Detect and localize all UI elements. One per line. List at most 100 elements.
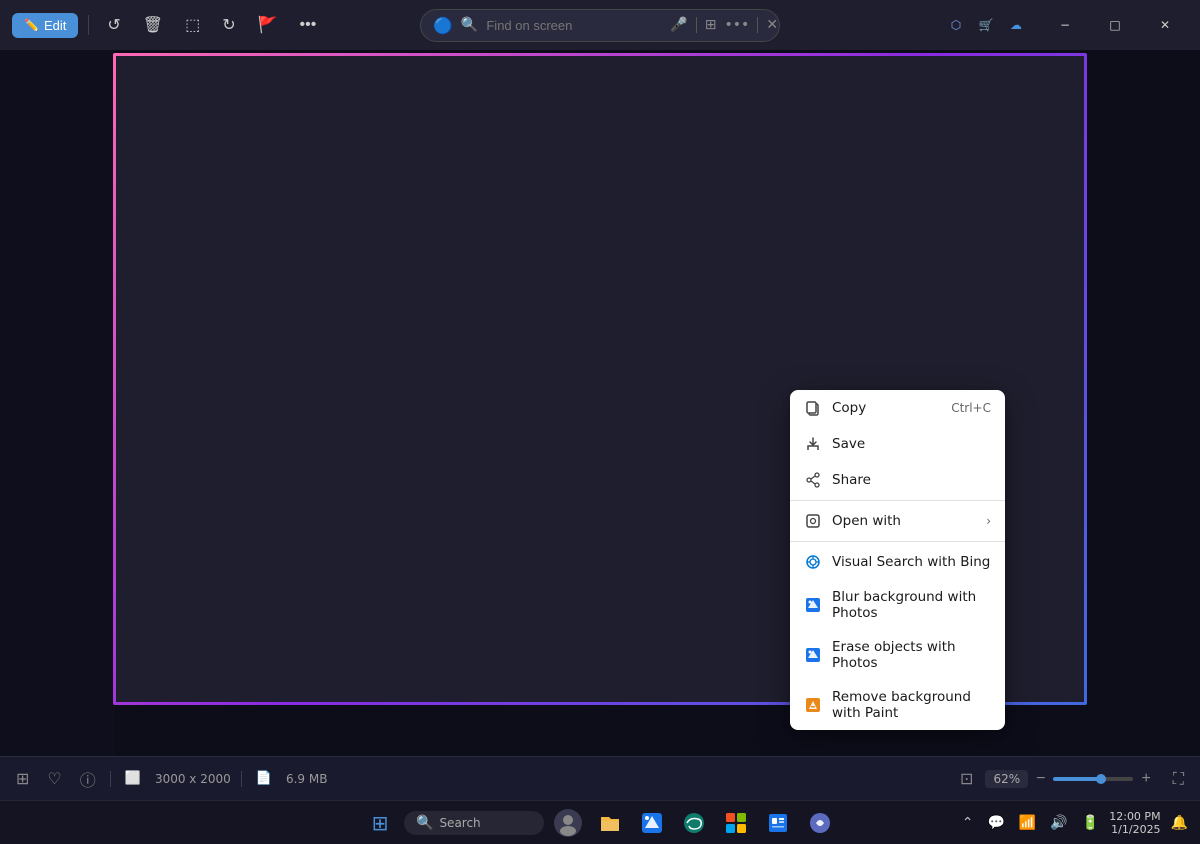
taskbar-chevron-up[interactable]: ⌃ bbox=[958, 813, 978, 833]
copy-shortcut: Ctrl+C bbox=[951, 401, 991, 415]
taskbar-store-icon[interactable] bbox=[718, 805, 754, 841]
taskbar-center: ⊞ 🔍 Search bbox=[362, 805, 838, 841]
copy-label: Copy bbox=[832, 400, 941, 416]
zoom-in-button[interactable]: + bbox=[1139, 768, 1152, 790]
status-divider-1 bbox=[110, 771, 111, 787]
save-label: Save bbox=[832, 436, 991, 452]
divider bbox=[88, 15, 89, 35]
file-size: 6.9 MB bbox=[286, 772, 327, 786]
main-image-area: Copy Ctrl+C Save bbox=[0, 50, 1200, 756]
left-sidebar bbox=[0, 50, 115, 756]
taskbar-volume-icon[interactable]: 🔊 bbox=[1046, 813, 1071, 833]
apps-icon[interactable]: ⊞ bbox=[696, 17, 717, 33]
flag-button[interactable]: 🚩 bbox=[250, 9, 286, 41]
search-magnifier-icon: 🔍 bbox=[461, 17, 478, 33]
open-with-arrow: › bbox=[986, 514, 991, 528]
widgets-icon[interactable]: ⬡ bbox=[942, 11, 970, 39]
onedrive-icon[interactable]: ☁ bbox=[1002, 11, 1030, 39]
flag-icon: 🚩 bbox=[258, 15, 278, 35]
taskbar-clock[interactable]: 12:00 PM 1/1/2025 bbox=[1109, 810, 1160, 836]
taskbar-notification-icon[interactable]: 🔔 bbox=[1167, 813, 1192, 833]
mic-icon[interactable]: 🎤 bbox=[670, 17, 687, 33]
context-menu-share[interactable]: Share bbox=[790, 462, 1005, 498]
zoom-value[interactable]: 62% bbox=[985, 770, 1028, 788]
trash-icon: 🗑 bbox=[143, 15, 163, 35]
taskbar-search-icon: 🔍 bbox=[416, 815, 433, 831]
taskbar: ⊞ 🔍 Search bbox=[0, 800, 1200, 844]
taskbar-chat-icon[interactable]: 💬 bbox=[983, 813, 1008, 833]
rotate-right-button[interactable]: ↻ bbox=[214, 9, 243, 41]
zoom-slider[interactable] bbox=[1053, 777, 1133, 781]
titlebar: ✏️ Edit ↺ 🗑 ⬚ ↻ 🚩 ••• 🔵 🔍 🎤 ⊞ • bbox=[0, 0, 1200, 50]
search-bar: 🔵 🔍 🎤 ⊞ ••• ✕ bbox=[420, 9, 780, 42]
erase-objects-label: Erase objects with Photos bbox=[832, 639, 991, 671]
open-with-label: Open with bbox=[832, 513, 976, 529]
edit-button[interactable]: ✏️ Edit bbox=[12, 13, 78, 38]
titlebar-right: ⬡ 🛒 ☁ − □ ✕ bbox=[942, 9, 1188, 41]
crop-icon: ⬚ bbox=[185, 15, 200, 35]
menu-divider-1 bbox=[790, 500, 1005, 501]
taskbar-edge-icon[interactable] bbox=[676, 805, 712, 841]
bing-logo: 🔵 bbox=[433, 16, 453, 35]
more-button[interactable]: ••• bbox=[292, 10, 325, 40]
rotate-left-button[interactable]: ↺ bbox=[99, 9, 128, 41]
restore-button[interactable]: □ bbox=[1092, 9, 1138, 41]
context-menu-visual-search[interactable]: Visual Search with Bing bbox=[790, 544, 1005, 580]
fullscreen-button[interactable]: ⛶ bbox=[1169, 765, 1188, 793]
taskbar-network-icon[interactable]: 📶 bbox=[1015, 813, 1040, 833]
paint-icon bbox=[804, 696, 822, 714]
delete-button[interactable]: 🗑 bbox=[135, 9, 171, 41]
context-menu-remove-bg[interactable]: Remove background with Paint bbox=[790, 680, 1005, 730]
taskbar-news-icon[interactable] bbox=[760, 805, 796, 841]
context-menu-save[interactable]: Save bbox=[790, 426, 1005, 462]
bing-icon bbox=[804, 553, 822, 571]
zoom-slider-thumb bbox=[1096, 774, 1106, 784]
copy-icon bbox=[804, 399, 822, 417]
context-menu: Copy Ctrl+C Save bbox=[790, 390, 1005, 730]
minimize-icon: − bbox=[1060, 18, 1070, 32]
share-icon bbox=[804, 471, 822, 489]
photos-erase-icon bbox=[804, 646, 822, 664]
taskbar-copilot-icon[interactable] bbox=[802, 805, 838, 841]
search-input[interactable] bbox=[486, 18, 662, 33]
status-bar: ⊞ ♡ ⓘ ⬜ 3000 x 2000 📄 6.9 MB ⊡ 62% − + ⛶ bbox=[0, 756, 1200, 800]
save-icon bbox=[804, 435, 822, 453]
slideshow-button[interactable]: ⊡ bbox=[958, 767, 975, 791]
taskbar-battery-icon[interactable]: 🔋 bbox=[1078, 813, 1103, 833]
favorite-icon[interactable]: ♡ bbox=[43, 765, 65, 792]
resolution-icon: ⬜ bbox=[121, 767, 145, 790]
more-options-icon[interactable]: ••• bbox=[725, 17, 750, 33]
search-bar-wrapper: 🔵 🔍 🎤 ⊞ ••• ✕ bbox=[420, 9, 780, 42]
pencil-icon: ✏️ bbox=[24, 18, 39, 32]
edit-label: Edit bbox=[44, 18, 66, 33]
taskbar-photos-icon[interactable] bbox=[634, 805, 670, 841]
taskbar-search-box[interactable]: 🔍 Search bbox=[404, 811, 544, 835]
taskbar-avatar[interactable] bbox=[550, 805, 586, 841]
zoom-out-button[interactable]: − bbox=[1034, 768, 1047, 790]
zoom-controls: 62% − + bbox=[985, 768, 1152, 790]
close-button[interactable]: ✕ bbox=[1142, 9, 1188, 41]
system-tray-icons: ⬡ 🛒 ☁ bbox=[942, 11, 1030, 39]
taskbar-windows-icon[interactable]: ⊞ bbox=[362, 805, 398, 841]
remove-bg-label: Remove background with Paint bbox=[832, 689, 991, 721]
clock-date: 1/1/2025 bbox=[1109, 823, 1160, 836]
taskbar-search-text: Search bbox=[439, 816, 480, 830]
close-search-icon[interactable]: ✕ bbox=[757, 17, 778, 33]
rotate-right-icon: ↻ bbox=[222, 15, 235, 35]
close-icon: ✕ bbox=[1160, 18, 1170, 32]
context-menu-copy[interactable]: Copy Ctrl+C bbox=[790, 390, 1005, 426]
info-icon[interactable]: ⓘ bbox=[76, 763, 100, 795]
filesize-icon: 📄 bbox=[252, 767, 276, 790]
visual-search-label: Visual Search with Bing bbox=[832, 554, 991, 570]
context-menu-erase-objects[interactable]: Erase objects with Photos bbox=[790, 630, 1005, 680]
crop-button[interactable]: ⬚ bbox=[177, 9, 208, 41]
context-menu-blur-bg[interactable]: Blur background with Photos bbox=[790, 580, 1005, 630]
context-menu-open-with[interactable]: Open with › bbox=[790, 503, 1005, 539]
collection-icon[interactable]: ⊞ bbox=[12, 765, 33, 792]
taskbar-files-icon[interactable] bbox=[592, 805, 628, 841]
minimize-button[interactable]: − bbox=[1042, 9, 1088, 41]
clock-time: 12:00 PM bbox=[1109, 810, 1160, 823]
store-icon[interactable]: 🛒 bbox=[972, 11, 1000, 39]
rotate-left-icon: ↺ bbox=[107, 15, 120, 35]
status-divider-2 bbox=[241, 771, 242, 787]
